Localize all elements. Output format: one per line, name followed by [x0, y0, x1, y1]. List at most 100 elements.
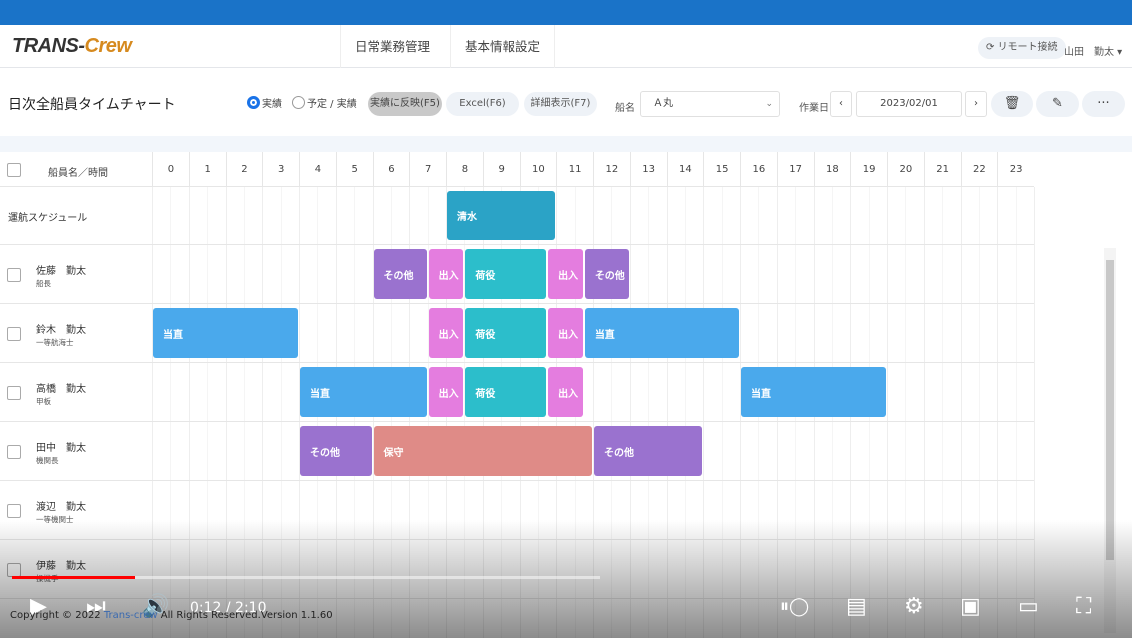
hour-header: 6 — [372, 152, 410, 187]
grid-header: 船員名／時間 0 1 2 3 4 5 6 7 8 9 10 11 12 13 14 15 16 17 18 19 20 2… — [0, 152, 1034, 187]
edit-button[interactable]: ✎ — [1036, 91, 1079, 117]
date-label: 作業日 — [799, 103, 829, 114]
hour-header: 23 — [997, 152, 1034, 187]
crew-role: 船長 — [36, 278, 51, 288]
video-progress-fill — [12, 576, 136, 579]
schedule-bar[interactable]: 出入 — [428, 308, 464, 358]
hour-header: 21 — [923, 152, 961, 187]
prev-date-button[interactable]: ‹ — [830, 91, 852, 117]
hour-header: 2 — [225, 152, 263, 187]
hour-header: 19 — [850, 152, 887, 187]
hour-header: 7 — [409, 152, 446, 187]
hour-header: 20 — [887, 152, 924, 187]
hour-header: 12 — [593, 152, 630, 187]
footer: Copyright © 2022 Trans-crew All Rights R… — [10, 610, 333, 621]
schedule-bar[interactable]: 当直 — [300, 367, 427, 417]
schedule-bar[interactable]: 当直 — [584, 308, 739, 358]
fullscreen-icon[interactable]: ⛶ — [1076, 594, 1091, 619]
autoplay-toggle-icon[interactable]: ⏸◯ — [780, 596, 809, 617]
version-text: All Rights Reserved.Version 1.1.60 — [157, 610, 333, 621]
radio-unchecked[interactable] — [292, 96, 305, 109]
hour-header: 5 — [335, 152, 373, 187]
schedule-bar[interactable]: その他 — [584, 249, 629, 299]
more-button[interactable]: ··· — [1082, 91, 1125, 117]
hour-header: 11 — [556, 152, 593, 187]
remote-label: リモート接続 — [997, 42, 1058, 53]
miniplayer-icon[interactable]: ▣ — [960, 594, 981, 619]
scrollbar-thumb[interactable] — [1106, 260, 1114, 560]
user-menu[interactable]: 山田 勤太 ▾ — [1064, 43, 1122, 58]
row-checkbox[interactable] — [7, 503, 21, 518]
hour-header: 9 — [482, 152, 520, 187]
ship-value: Ａ丸 — [653, 98, 673, 109]
remote-icon: ⟳ — [986, 42, 998, 53]
schedule-bar[interactable]: 出入 — [548, 249, 583, 299]
nav-daily-operations[interactable]: 日常業務管理 — [340, 25, 444, 68]
next-date-button[interactable]: › — [965, 91, 987, 117]
crew-role: 一等航海士 — [36, 337, 74, 347]
row-checkbox[interactable] — [7, 326, 21, 341]
footer-link[interactable]: Trans-crew — [104, 610, 158, 621]
copyright-text: Copyright © 2022 — [10, 610, 104, 621]
schedule-bar[interactable]: 清水 — [447, 191, 556, 240]
settings-gear-icon[interactable]: ⚙ — [904, 594, 924, 619]
excel-button[interactable]: Excel(F6) — [446, 92, 519, 116]
table-row: 高橋 勤太 甲板 当直 出入 荷役 出入 当直 — [0, 363, 1034, 422]
detail-button[interactable]: 詳細表示(F7) — [524, 92, 597, 116]
radio-plan-label: 予定 / 実績 — [307, 99, 357, 110]
crew-name: 運航スケジュール — [8, 213, 88, 224]
chevron-down-icon: ⌄ — [765, 99, 773, 109]
radio-actual-label: 実績 — [262, 99, 282, 110]
subtitles-icon[interactable]: ▤ — [846, 594, 867, 619]
hour-header: 14 — [666, 152, 704, 187]
row-checkbox[interactable] — [7, 385, 21, 400]
radio-plan-actual[interactable]: 予定 / 実績 — [292, 95, 357, 110]
toolbar: 日次全船員タイムチャート 実績 予定 / 実績 実績に反映(F5) Excel(… — [0, 68, 1132, 136]
schedule-bar[interactable]: 荷役 — [465, 367, 547, 417]
ship-select[interactable]: Ａ丸 ⌄ — [640, 91, 780, 117]
radio-checked[interactable] — [247, 96, 260, 109]
theater-mode-icon[interactable]: ▭ — [1018, 594, 1039, 619]
date-input[interactable]: 2023/02/01 — [856, 91, 962, 117]
hour-header: 13 — [629, 152, 667, 187]
crew-name: 渡辺 勤太 — [36, 501, 86, 513]
schedule-bar[interactable]: 荷役 — [465, 308, 547, 358]
schedule-bar[interactable]: 出入 — [428, 249, 464, 299]
row-checkbox[interactable] — [7, 444, 21, 459]
select-all-checkbox[interactable] — [7, 163, 21, 177]
hour-header: 18 — [813, 152, 851, 187]
remote-connect-button[interactable]: ⟳ リモート接続 — [978, 37, 1066, 59]
schedule-bar[interactable]: 出入 — [428, 367, 464, 417]
hour-header: 10 — [519, 152, 557, 187]
schedule-bar[interactable]: その他 — [300, 426, 372, 476]
crew-name: 佐藤 勤太 — [36, 265, 86, 277]
crew-name: 鈴木 勤太 — [36, 324, 86, 336]
hour-header: 4 — [299, 152, 336, 187]
hour-header: 16 — [740, 152, 777, 187]
reflect-button[interactable]: 実績に反映(F5) — [368, 92, 442, 116]
schedule-bar[interactable]: 荷役 — [465, 249, 547, 299]
table-row: 佐藤 勤太 船長 その他 出入 荷役 出入 その他 — [0, 245, 1034, 304]
hour-header: 3 — [262, 152, 299, 187]
schedule-bar[interactable]: 出入 — [548, 367, 583, 417]
hour-header: 15 — [703, 152, 740, 187]
nav-master-settings[interactable]: 基本情報設定 — [450, 25, 556, 68]
schedule-bar[interactable]: 当直 — [741, 367, 886, 417]
schedule-bar[interactable]: 保守 — [373, 426, 592, 476]
logo[interactable]: TRANS-Crew — [12, 35, 132, 58]
trash-icon: 🗑 — [1003, 96, 1021, 111]
schedule-bar[interactable]: 出入 — [548, 308, 583, 358]
schedule-bar[interactable]: その他 — [373, 249, 427, 299]
schedule-bar[interactable]: その他 — [594, 426, 703, 476]
divider-band — [0, 136, 1132, 152]
delete-button[interactable]: 🗑 — [991, 91, 1033, 117]
hour-header: 0 — [152, 152, 189, 187]
radio-actual[interactable]: 実績 — [247, 95, 282, 110]
row-checkbox[interactable] — [7, 267, 21, 282]
table-row: 鈴木 勤太 一等航海士 当直 出入 荷役 出入 当直 — [0, 304, 1034, 363]
schedule-bar[interactable]: 当直 — [153, 308, 298, 358]
chevron-left-icon: ‹ — [839, 98, 843, 109]
chevron-right-icon: › — [974, 98, 978, 109]
video-progress-bar[interactable] — [12, 576, 600, 579]
hour-header: 8 — [446, 152, 483, 187]
